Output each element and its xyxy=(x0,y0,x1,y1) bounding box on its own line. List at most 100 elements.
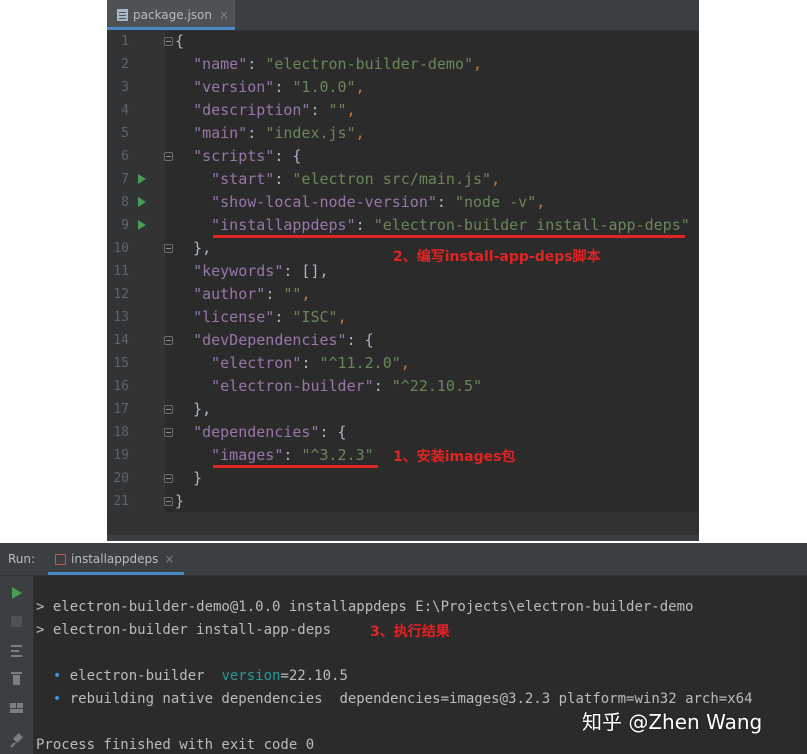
console-token: dependencies xyxy=(339,691,441,707)
code-token: : { xyxy=(274,147,302,165)
console-token: • xyxy=(36,691,70,707)
run-label: Run: xyxy=(8,552,36,566)
editor-tab-bar: package.json × xyxy=(107,0,699,31)
code-token: "" xyxy=(283,285,302,303)
annotation-underline-installappdeps xyxy=(213,235,685,238)
tab-package-json[interactable]: package.json × xyxy=(107,0,235,30)
run-script-icon[interactable] xyxy=(138,174,146,184)
layout-icon[interactable] xyxy=(9,700,24,715)
code-token: , xyxy=(400,354,410,372)
sort-icon[interactable] xyxy=(9,643,24,658)
code-token: }, xyxy=(175,239,212,257)
watermark: 知乎 @Zhen Wang xyxy=(582,710,763,734)
console-token: Process finished with exit code 0 xyxy=(36,737,315,753)
fold-marker-icon[interactable] xyxy=(164,428,173,437)
code-token: , xyxy=(355,124,365,142)
close-icon[interactable]: × xyxy=(219,8,229,22)
pin-icon[interactable] xyxy=(9,733,24,748)
tab-title: package.json xyxy=(133,8,213,22)
code-line: "images": "^3.2.3" xyxy=(175,444,374,467)
code-token: "node -v" xyxy=(454,193,537,211)
code-token: "version" xyxy=(193,78,275,96)
code-line: "keywords": [], xyxy=(175,260,329,283)
line-number: 17 xyxy=(113,402,129,417)
code-token: : xyxy=(265,285,284,303)
code-token: "scripts" xyxy=(193,147,275,165)
line-number: 10 xyxy=(113,241,129,256)
console-line: Process finished with exit code 0 xyxy=(36,734,314,754)
code-token: : xyxy=(373,377,392,395)
fold-marker-icon[interactable] xyxy=(164,37,173,46)
console-token: =win32 xyxy=(626,691,686,707)
fold-marker-icon[interactable] xyxy=(164,497,173,506)
json-file-icon xyxy=(117,9,128,21)
fold-marker-icon[interactable] xyxy=(164,152,173,161)
line-number: 15 xyxy=(113,356,129,371)
code-line: "scripts": { xyxy=(175,145,301,168)
active-run-tab-indicator xyxy=(48,572,184,575)
code-line: }, xyxy=(175,398,211,421)
console-token: =22.10.5 xyxy=(280,668,348,684)
console-token: =x64 xyxy=(718,691,753,707)
console-token: arch xyxy=(685,691,719,707)
line-number: 3 xyxy=(121,80,129,95)
code-line: "version": "1.0.0", xyxy=(175,76,365,99)
fold-marker-icon[interactable] xyxy=(164,474,173,483)
line-number: 2 xyxy=(121,57,129,72)
line-number: 6 xyxy=(121,149,129,164)
stop-icon[interactable] xyxy=(11,616,22,627)
code-token: , xyxy=(301,285,311,303)
code-token: : xyxy=(274,170,293,188)
current-line-highlight xyxy=(107,512,699,535)
code-line: "installappdeps": "electron-builder inst… xyxy=(175,214,690,237)
annotation-step1: 1、安装images包 xyxy=(393,449,516,465)
console-token: • xyxy=(36,668,70,684)
code-line: "description": "", xyxy=(175,99,356,122)
line-number: 21 xyxy=(113,494,129,509)
run-tab-title: installappdeps xyxy=(71,552,159,566)
line-number: 13 xyxy=(113,310,129,325)
code-token: { xyxy=(175,32,185,50)
code-token: "electron" xyxy=(211,354,302,372)
code-token: , xyxy=(337,308,347,326)
code-token: : xyxy=(274,308,293,326)
console-token: > electron-builder-demo@1.0.0 installapp… xyxy=(36,599,694,615)
code-token: : xyxy=(274,78,293,96)
code-token: : xyxy=(355,216,374,234)
tab-installappdeps[interactable]: installappdeps × xyxy=(48,543,184,575)
line-number: 18 xyxy=(113,425,129,440)
editor-scrollbar[interactable] xyxy=(107,535,699,541)
line-number: 14 xyxy=(113,333,129,348)
code-token: "installappdeps" xyxy=(211,216,356,234)
code-token: "name" xyxy=(193,55,248,73)
code-line: "electron-builder": "^22.10.5" xyxy=(175,375,482,398)
line-number: 4 xyxy=(121,103,129,118)
close-icon[interactable]: × xyxy=(164,552,174,566)
code-token: : [], xyxy=(283,262,329,280)
fold-marker-icon[interactable] xyxy=(164,336,173,345)
rerun-icon[interactable] xyxy=(12,587,22,599)
code-token: , xyxy=(536,193,546,211)
code-token: "description" xyxy=(193,101,311,119)
fold-marker-icon[interactable] xyxy=(164,244,173,253)
run-script-icon[interactable] xyxy=(138,220,146,230)
trash-icon[interactable] xyxy=(9,671,24,686)
console-token: =images@3.2.3 xyxy=(440,691,559,707)
code-token: "electron-builder-demo" xyxy=(265,55,474,73)
code-line: "start": "electron src/main.js", xyxy=(175,168,500,191)
code-token: : xyxy=(247,55,266,73)
code-token: "electron-builder install-app-deps" xyxy=(373,216,690,234)
line-number: 8 xyxy=(121,195,129,210)
fold-marker-icon[interactable] xyxy=(164,405,173,414)
run-script-icon[interactable] xyxy=(138,197,146,207)
code-token: "images" xyxy=(211,446,284,464)
